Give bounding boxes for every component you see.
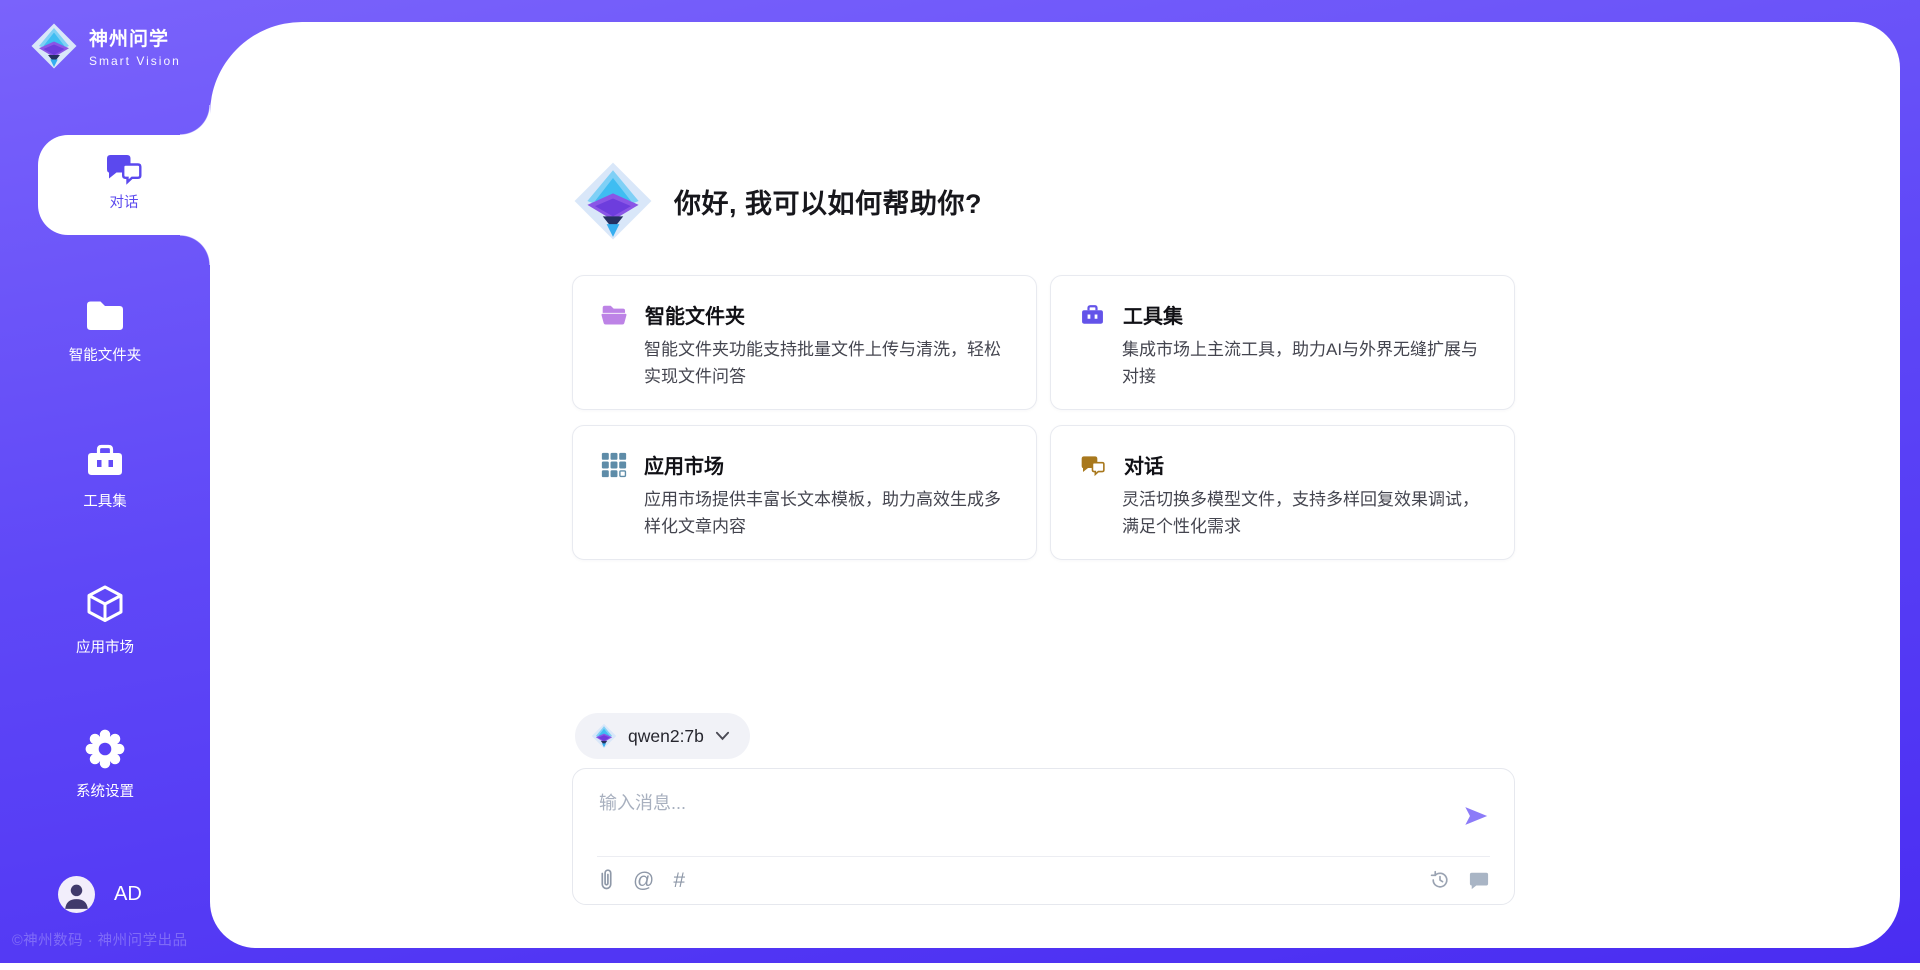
diamond-logo-icon — [572, 160, 654, 242]
card-title: 应用市场 — [644, 450, 724, 479]
brand-diamond-icon — [30, 20, 78, 72]
card-description: 应用市场提供丰富长文本模板，助力高效生成多样化文章内容 — [644, 486, 1010, 540]
card-description: 智能文件夹功能支持批量文件上传与清洗，轻松实现文件问答 — [644, 336, 1010, 390]
hash-icon[interactable]: # — [673, 869, 685, 893]
model-name: qwen2:7b — [628, 726, 704, 747]
card-app-market[interactable]: 应用市场 应用市场提供丰富长文本模板，助力高效生成多样化文章内容 — [572, 425, 1037, 560]
send-icon[interactable] — [1462, 803, 1490, 829]
brand-title: 神州问学 — [89, 24, 181, 51]
card-title: 工具集 — [1123, 300, 1183, 329]
chat-icon — [103, 150, 145, 186]
sidebar-item-label: 工具集 — [0, 490, 210, 511]
user-profile[interactable]: AD — [58, 876, 142, 913]
brand-subtitle: Smart Vision — [89, 54, 181, 68]
card-description: 灵活切换多模型文件，支持多样回复效果调试，满足个性化需求 — [1122, 486, 1488, 540]
copyright-footer: ©神州数码 · 神州问学出品 — [12, 929, 188, 950]
sidebar-item-app-market[interactable]: 应用市场 — [0, 582, 210, 657]
cube-icon — [83, 582, 127, 626]
sidebar: 神州问学 Smart Vision 对话 智能文件夹 — [0, 0, 210, 963]
sidebar-item-label: 对话 — [38, 191, 210, 212]
diamond-logo-icon — [591, 723, 617, 749]
paperclip-icon[interactable] — [599, 868, 614, 893]
sidebar-item-label: 系统设置 — [0, 780, 210, 801]
card-smart-folder[interactable]: 智能文件夹 智能文件夹功能支持批量文件上传与清洗，轻松实现文件问答 — [572, 275, 1037, 410]
card-toolset[interactable]: 工具集 集成市场上主流工具，助力AI与外界无缝扩展与对接 — [1050, 275, 1515, 410]
feature-cards: 智能文件夹 智能文件夹功能支持批量文件上传与清洗，轻松实现文件问答 工具集 集成… — [572, 275, 1517, 560]
sidebar-item-label: 智能文件夹 — [0, 344, 210, 365]
folder-icon — [83, 298, 127, 334]
user-name: AD — [114, 883, 142, 906]
main-panel: 你好, 我可以如何帮助你? 智能文件夹 智能文件夹功能支持批量文件上传与清洗，轻… — [210, 22, 1900, 948]
folder-open-icon — [601, 303, 628, 327]
message-input[interactable] — [599, 787, 1439, 819]
history-icon[interactable] — [1429, 869, 1451, 891]
card-description: 集成市场上主流工具，助力AI与外界无缝扩展与对接 — [1122, 336, 1488, 390]
composer-tools: @ # — [599, 868, 685, 893]
greeting-title: 你好, 我可以如何帮助你? — [674, 182, 982, 221]
gear-icon — [84, 728, 126, 770]
at-icon[interactable]: @ — [633, 869, 654, 893]
composer-divider — [597, 856, 1490, 857]
greeting: 你好, 我可以如何帮助你? — [572, 160, 982, 242]
app-window: 神州问学 Smart Vision 对话 智能文件夹 — [0, 0, 1920, 970]
card-title: 对话 — [1124, 450, 1164, 479]
sidebar-item-label: 应用市场 — [0, 636, 210, 657]
sidebar-item-settings[interactable]: 系统设置 — [0, 728, 210, 801]
briefcase-icon — [1079, 302, 1106, 327]
model-selector[interactable]: qwen2:7b — [575, 713, 750, 759]
sidebar-item-smart-folder[interactable]: 智能文件夹 — [0, 298, 210, 365]
app-grid-icon — [601, 452, 627, 478]
sidebar-item-toolset[interactable]: 工具集 — [0, 440, 210, 511]
card-title: 智能文件夹 — [645, 300, 745, 329]
card-chat[interactable]: 对话 灵活切换多模型文件，支持多样回复效果调试，满足个性化需求 — [1050, 425, 1515, 560]
chat-bubble-icon[interactable] — [1468, 870, 1490, 890]
chat-bubbles-icon — [1079, 453, 1107, 477]
concave-corner-top — [180, 105, 210, 135]
sidebar-item-chat[interactable]: 对话 — [38, 135, 210, 235]
composer-right-tools — [1429, 869, 1490, 891]
message-composer: @ # — [572, 768, 1515, 905]
chevron-down-icon — [715, 731, 730, 741]
toolbox-icon — [83, 440, 127, 480]
brand-logo: 神州问学 Smart Vision — [30, 20, 181, 72]
avatar-icon — [58, 876, 95, 913]
concave-corner-bottom — [180, 235, 210, 265]
